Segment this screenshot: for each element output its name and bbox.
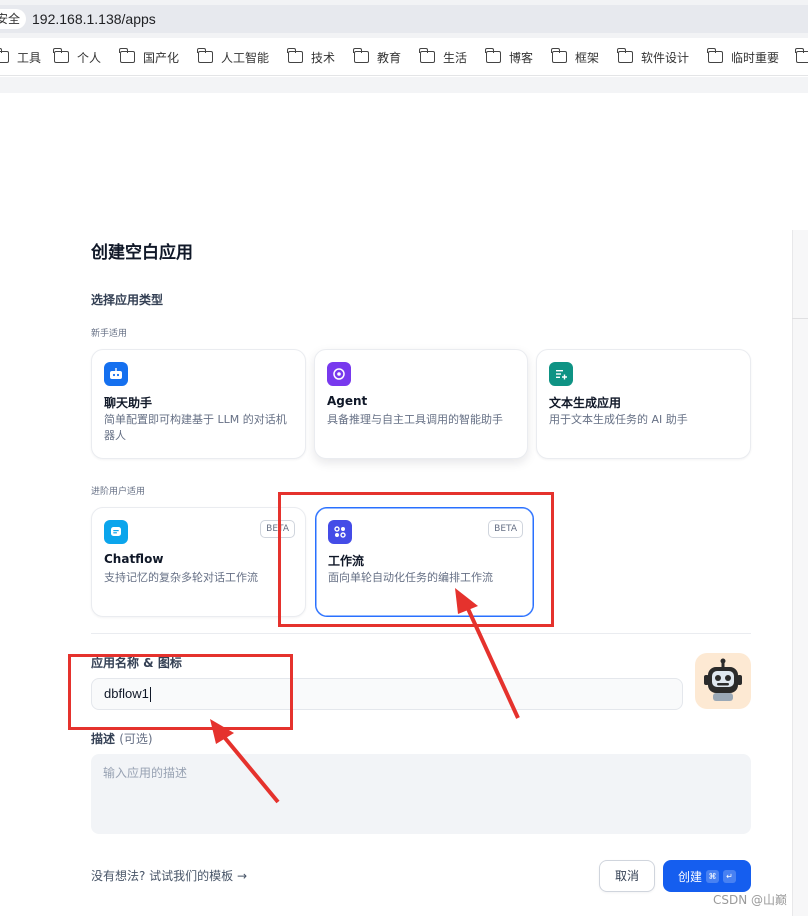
bookmark-folder[interactable]: 教育 [353, 48, 401, 66]
dialog-title: 创建空白应用 [91, 243, 193, 263]
page-header-strip [0, 77, 808, 93]
app-type-card-text-generation[interactable]: 文本生成应用 用于文本生成任务的 AI 助手 [536, 349, 751, 459]
card-description: 支持记忆的复杂多轮对话工作流 [104, 571, 258, 584]
bookmark-folder[interactable] [795, 48, 808, 66]
app-type-label: 选择应用类型 [91, 293, 164, 307]
card-description: 用于文本生成任务的 AI 助手 [549, 413, 688, 426]
beginner-group-label: 新手适用 [91, 329, 128, 339]
browser-address-bar: 安全 192.168.1.138/apps [0, 0, 808, 38]
bookmark-folder[interactable]: 国产化 [119, 48, 179, 66]
folder-icon [617, 48, 633, 63]
watermark: CSDN @山巅 [713, 893, 788, 907]
divider [792, 318, 808, 319]
cancel-button[interactable]: 取消 [599, 860, 655, 892]
app-type-card-chatflow[interactable]: BETA Chatflow 支持记忆的复杂多轮对话工作流 [91, 507, 306, 617]
description-textarea[interactable]: 输入应用的描述 [91, 754, 751, 834]
bookmark-folder[interactable]: 技术 [287, 48, 335, 66]
card-title: Agent [327, 394, 368, 408]
folder-icon [287, 48, 303, 63]
folder-icon [119, 48, 135, 63]
create-button[interactable]: 创建 ⌘ ↵ [663, 860, 751, 892]
card-title: Chatflow [104, 552, 164, 566]
card-title: 聊天助手 [104, 396, 153, 410]
folder-icon [353, 48, 369, 63]
folder-icon [419, 48, 435, 63]
card-description: 简单配置即可构建基于 LLM 的对话机器人 [104, 413, 287, 442]
side-panel-edge [792, 230, 808, 916]
url-text[interactable]: 192.168.1.138/apps [32, 9, 156, 29]
annotation-box-workflow [278, 492, 554, 627]
template-link[interactable]: 没有想法? 试试我们的模板 → [91, 867, 247, 884]
folder-icon [485, 48, 501, 63]
bookmark-folder[interactable]: 生活 [419, 48, 467, 66]
folder-icon [53, 48, 69, 63]
chatflow-icon [104, 520, 128, 544]
description-field-label: 描述 (可选) [91, 732, 153, 746]
bookmark-folder[interactable]: 软件设计 [617, 48, 689, 66]
folder-icon [0, 48, 9, 63]
chat-bot-icon [104, 362, 128, 386]
section-divider [91, 633, 751, 634]
bookmark-folder[interactable]: 博客 [485, 48, 533, 66]
folder-icon [795, 48, 808, 63]
advanced-group-label: 进阶用户适用 [91, 487, 146, 497]
bookmark-folder[interactable]: 临时重要 [707, 48, 779, 66]
card-title: 文本生成应用 [549, 396, 622, 410]
agent-brain-icon [327, 362, 351, 386]
bookmark-folder[interactable]: 框架 [551, 48, 599, 66]
folder-icon [551, 48, 567, 63]
text-generation-icon [549, 362, 573, 386]
security-chip[interactable]: 安全 [0, 9, 27, 29]
bookmark-folder[interactable]: 个人 [53, 48, 101, 66]
app-type-card-agent[interactable]: Agent 具备推理与自主工具调用的智能助手 [314, 349, 528, 459]
annotation-box-name [68, 654, 293, 730]
app-type-card-chatbot[interactable]: 聊天助手 简单配置即可构建基于 LLM 的对话机器人 [91, 349, 306, 459]
bookmark-folder[interactable]: 工具 [0, 48, 41, 66]
command-key-icon: ⌘ [706, 869, 719, 883]
folder-icon [707, 48, 723, 63]
enter-key-icon: ↵ [723, 869, 736, 883]
card-description: 具备推理与自主工具调用的智能助手 [327, 413, 503, 426]
bookmark-folder[interactable]: 人工智能 [197, 48, 269, 66]
folder-icon [197, 48, 213, 63]
bookmarks-bar: 工具 个人 国产化 人工智能 技术 教育 生活 博客 框架 软件设计 临时重要 [0, 38, 808, 76]
robot-avatar-icon[interactable] [695, 653, 751, 709]
